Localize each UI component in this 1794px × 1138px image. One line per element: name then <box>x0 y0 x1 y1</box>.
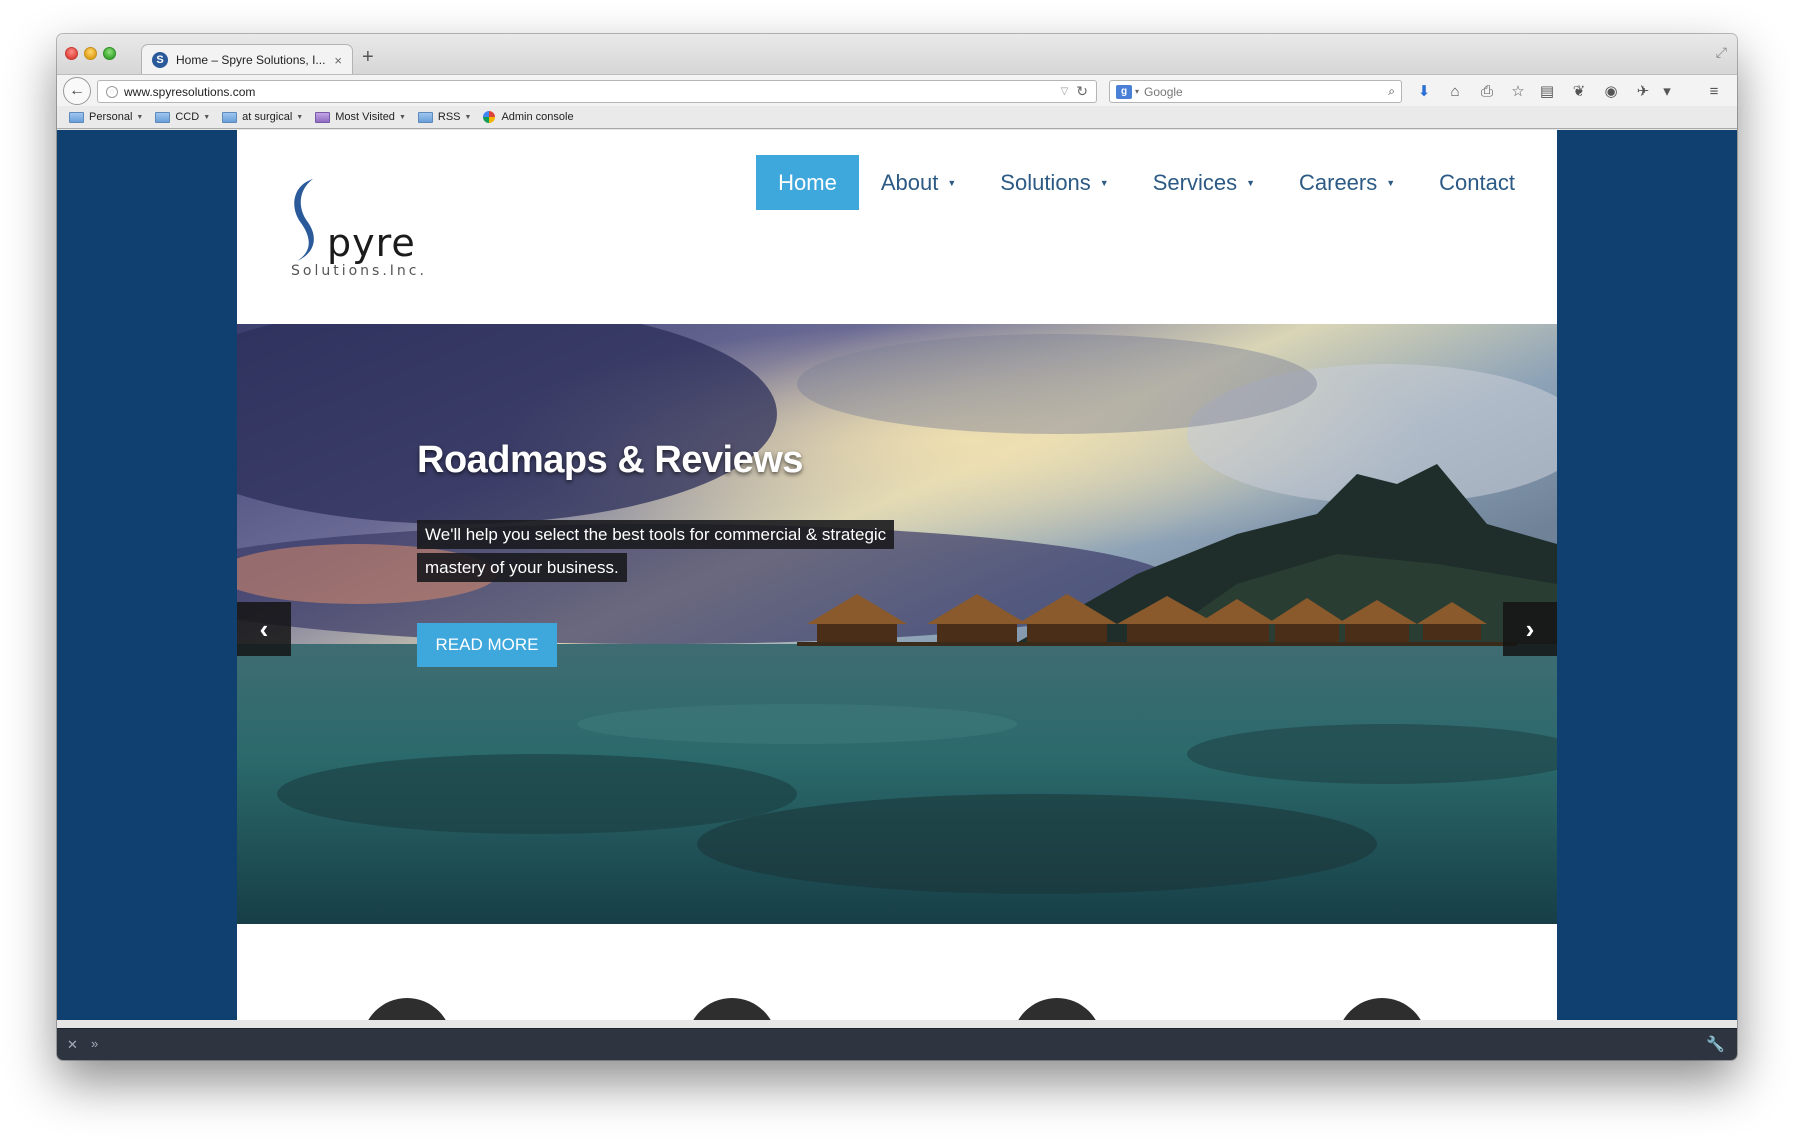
folder-icon <box>417 111 433 123</box>
web-content: pyre Solutions.Inc. Home About ▼ Solutio… <box>57 130 1737 1020</box>
search-input[interactable]: Google <box>1144 85 1388 99</box>
bookmark-most-visited[interactable]: Most Visited ▼ <box>315 111 406 123</box>
back-button[interactable]: ← <box>63 77 91 105</box>
back-arrow-icon: ← <box>69 82 85 99</box>
site-page: pyre Solutions.Inc. Home About ▼ Solutio… <box>237 130 1557 1020</box>
bookmark-label: at surgical <box>242 111 293 123</box>
address-bar[interactable]: ◌ www.spyresolutions.com ▽ ↻ <box>97 80 1097 103</box>
logo-swoosh-icon <box>294 179 314 261</box>
nav-contact-label: Contact <box>1439 169 1515 195</box>
new-tab-button[interactable]: + <box>362 46 374 69</box>
bookmark-label: Most Visited <box>335 111 395 123</box>
nav-services-label: Services <box>1152 169 1238 195</box>
nav-contact[interactable]: Contact <box>1417 155 1537 210</box>
caret-down-icon: ▼ <box>1386 177 1396 188</box>
navigation-toolbar: ← ◌ www.spyresolutions.com ▽ ↻ g ▾ Googl… <box>57 74 1737 106</box>
read-more-button[interactable]: READ MORE <box>417 623 557 667</box>
feature-circle-2[interactable] <box>687 998 777 1020</box>
reload-icon[interactable]: ↻ <box>1076 83 1088 100</box>
chevron-down-icon: ▼ <box>296 113 304 121</box>
slide-caption: We'll help you select the best tools for… <box>417 518 927 584</box>
chevron-down-icon: ▼ <box>203 113 211 121</box>
bookmark-folder-rss[interactable]: RSS ▼ <box>417 111 472 123</box>
slide-title: Roadmaps & Reviews <box>417 439 803 481</box>
extension-icon[interactable]: ✈ <box>1633 81 1653 101</box>
nav-about[interactable]: About ▼ <box>859 155 978 210</box>
bookmark-folder-ccd[interactable]: CCD ▼ <box>155 111 210 123</box>
nav-home-label: Home <box>778 169 837 195</box>
nav-solutions-label: Solutions <box>1000 169 1091 195</box>
bookmark-label: Personal <box>89 111 133 123</box>
history-dropdown-icon[interactable]: ▽ <box>1061 86 1069 97</box>
print-icon[interactable]: ⎙ <box>1477 81 1497 101</box>
fullscreen-icon[interactable]: ⤢ <box>1716 44 1727 61</box>
bookmarks-toolbar: Personal ▼ CCD ▼ at surgical ▼ Most Visi… <box>57 106 1737 129</box>
logo-subtitle: Solutions.Inc. <box>291 263 427 279</box>
nav-solutions[interactable]: Solutions ▼ <box>978 155 1130 210</box>
tab-title: Home – Spyre Solutions, I... <box>176 53 326 67</box>
engine-dropdown-icon[interactable]: ▾ <box>1135 87 1139 96</box>
logo-wordmark: pyre <box>327 221 416 265</box>
folder-icon <box>222 111 238 123</box>
bookmark-admin-console[interactable]: Admin console <box>483 111 574 123</box>
nav-home[interactable]: Home <box>756 155 859 210</box>
chevron-down-icon: ▼ <box>398 113 406 121</box>
feature-circle-4[interactable] <box>1337 998 1427 1020</box>
feature-circle-1[interactable] <box>362 998 452 1020</box>
slide-caption-text: We'll help you select the best tools for… <box>417 520 895 582</box>
bookmark-label: CCD <box>175 111 200 123</box>
slider-prev-button[interactable]: ‹ <box>237 602 291 656</box>
url-text[interactable]: www.spyresolutions.com <box>124 85 1061 99</box>
chevron-right-icon: › <box>1525 613 1535 644</box>
window-zoom-button[interactable] <box>103 47 116 60</box>
browser-window: S Home – Spyre Solutions, I... × + ⤢ ← ◌… <box>57 34 1737 1060</box>
home-icon[interactable]: ⌂ <box>1445 81 1465 101</box>
addon-bar: ✕ » 🔧 <box>57 1028 1737 1060</box>
google-engine-icon[interactable]: g <box>1116 84 1132 99</box>
globe-icon: ◌ <box>106 85 118 98</box>
bookmark-label: RSS <box>437 111 461 123</box>
bookmarks-menu-icon[interactable]: ▤ <box>1537 81 1557 101</box>
menu-hamburger-icon[interactable]: ≡ <box>1704 81 1724 101</box>
bookmark-label: Admin console <box>501 111 574 123</box>
tab-close-icon[interactable]: × <box>334 53 342 68</box>
chevron-left-icon: ‹ <box>259 613 269 644</box>
downloads-icon[interactable]: ⬇ <box>1414 81 1434 101</box>
google-admin-icon <box>483 111 496 123</box>
feature-circle-3[interactable] <box>1012 998 1102 1020</box>
nav-about-label: About <box>880 169 939 195</box>
window-close-button[interactable] <box>65 47 78 60</box>
overflow-chevrons-icon[interactable]: » <box>91 1036 98 1051</box>
site-favicon-icon: S <box>152 52 168 68</box>
folder-icon <box>69 111 84 123</box>
search-icon[interactable]: ⌕ <box>1388 84 1395 99</box>
tab-strip: S Home – Spyre Solutions, I... × + ⤢ <box>57 34 1737 75</box>
search-bar[interactable]: g ▾ Google ⌕ <box>1109 80 1402 103</box>
spyre-logo[interactable]: pyre Solutions.Inc. <box>285 175 445 279</box>
folder-icon <box>155 111 171 123</box>
close-icon[interactable]: ✕ <box>67 1037 78 1053</box>
smart-folder-icon <box>315 111 331 123</box>
caret-down-icon: ▼ <box>947 177 957 188</box>
bookmark-folder-at-surgical[interactable]: at surgical ▼ <box>222 111 303 123</box>
pocket-icon[interactable]: ❦ <box>1569 81 1589 101</box>
hero-slider[interactable]: Roadmaps & Reviews We'll help you select… <box>237 324 1557 924</box>
wrench-icon[interactable]: 🔧 <box>1706 1035 1725 1053</box>
chevron-down-icon: ▼ <box>464 113 472 121</box>
caret-down-icon: ▼ <box>1099 177 1109 188</box>
browser-tab-home[interactable]: S Home – Spyre Solutions, I... × <box>141 44 353 75</box>
chevron-down-icon: ▼ <box>136 113 144 121</box>
bookmark-folder-personal[interactable]: Personal ▼ <box>69 111 143 123</box>
nav-careers[interactable]: Careers ▼ <box>1277 155 1417 210</box>
window-minimize-button[interactable] <box>84 47 97 60</box>
bookmark-star-icon[interactable]: ☆ <box>1508 81 1528 101</box>
main-navigation: Home About ▼ Solutions ▼ Services ▼ Care… <box>756 155 1537 210</box>
nav-services[interactable]: Services ▼ <box>1131 155 1277 210</box>
caret-down-icon: ▼ <box>1246 177 1255 188</box>
adblock-icon[interactable]: ◉ <box>1601 81 1621 101</box>
extension-dropdown-icon[interactable]: ▾ <box>1657 81 1677 101</box>
nav-careers-label: Careers <box>1299 169 1378 195</box>
slider-next-button[interactable]: › <box>1503 602 1557 656</box>
